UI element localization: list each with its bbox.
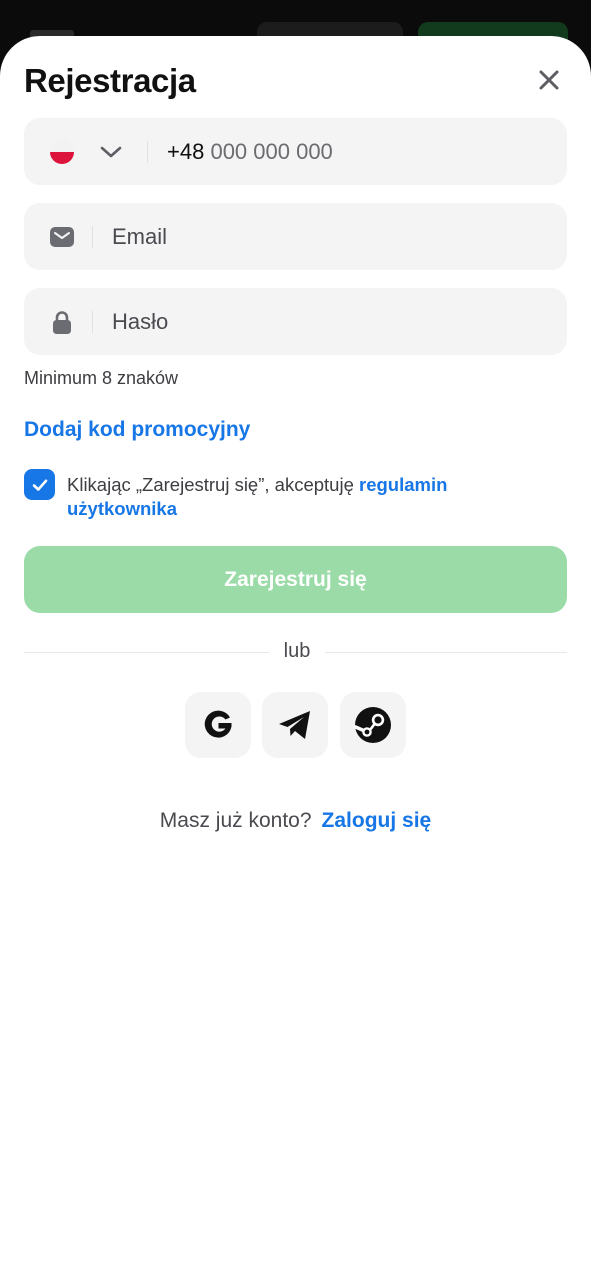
chevron-down-icon[interactable] [99, 140, 123, 164]
poland-flag-icon [50, 140, 74, 164]
phone-input[interactable]: +48 000 000 000 [167, 139, 333, 165]
login-link[interactable]: Zaloguj się [322, 809, 432, 832]
field-separator [92, 311, 93, 333]
terms-text: Klikając „Zarejestruj się”, akceptuję re… [67, 473, 537, 521]
register-button[interactable]: Zarejestruj się [24, 546, 567, 613]
email-field[interactable]: Email [24, 203, 567, 270]
modal-title: Rejestracja [24, 62, 196, 99]
country-code: +48 [167, 139, 205, 164]
password-field[interactable]: Hasło [24, 288, 567, 355]
google-icon [204, 710, 232, 738]
phone-placeholder: 000 000 000 [210, 139, 333, 164]
login-question: Masz już konto? [159, 809, 312, 832]
checkmark-icon [32, 479, 47, 491]
divider-line [325, 652, 567, 653]
password-input[interactable]: Hasło [112, 309, 168, 335]
telegram-icon [279, 711, 310, 739]
password-hint: Minimum 8 znaków [24, 368, 179, 388]
email-input[interactable]: Email [112, 224, 167, 250]
divider-line [24, 652, 269, 653]
registration-modal: Rejestracja +48 000 000 000 Email Hasło … [0, 36, 591, 1280]
login-prompt: Masz już konto? Zaloguj się [0, 809, 591, 833]
google-login-button[interactable] [185, 692, 251, 758]
close-button[interactable] [531, 62, 567, 98]
terms-checkbox[interactable] [24, 469, 55, 500]
field-separator [92, 226, 93, 248]
divider-label: lub [283, 640, 311, 662]
add-promo-code-link[interactable]: Dodaj kod promocyjny [24, 418, 250, 442]
terms-label: Klikając „Zarejestruj się”, akceptuję [67, 474, 359, 495]
envelope-icon [50, 227, 74, 247]
telegram-login-button[interactable] [262, 692, 328, 758]
lock-icon [53, 311, 71, 334]
steam-login-button[interactable] [340, 692, 406, 758]
field-separator [147, 141, 148, 163]
close-icon [539, 70, 559, 90]
steam-icon [354, 707, 391, 743]
phone-field[interactable]: +48 000 000 000 [24, 118, 567, 185]
